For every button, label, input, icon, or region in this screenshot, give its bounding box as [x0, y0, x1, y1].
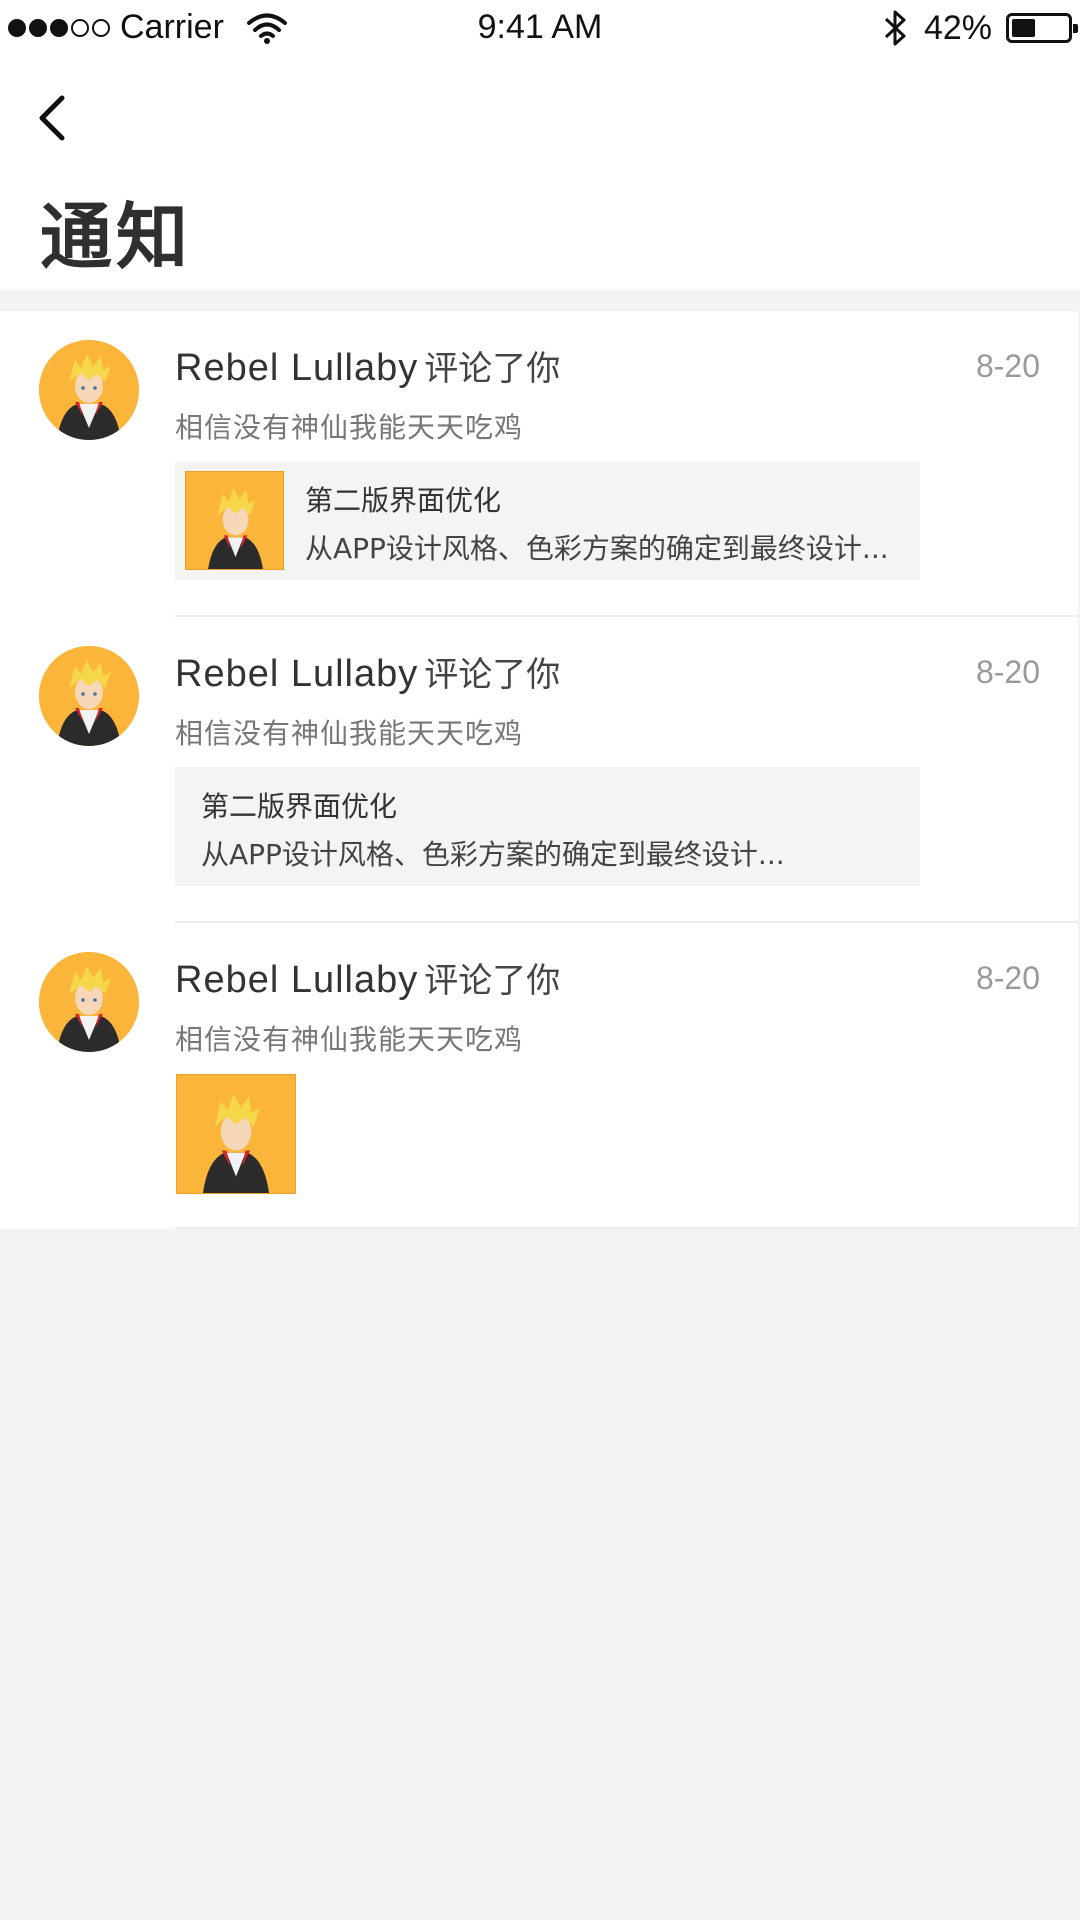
post-title: 第二版界面优化 [305, 484, 502, 517]
post-thumbnail [185, 471, 284, 570]
battery-percent: 42% [923, 8, 992, 47]
referenced-post-card[interactable]: 第二版界面优化 从APP设计风格、色彩方案的确定到最终设计... [175, 767, 920, 886]
avatar-image [39, 646, 139, 746]
back-arrow-icon[interactable] [30, 90, 74, 146]
notification-date: 8-20 [975, 348, 1040, 384]
action-text: 评论了你 [424, 655, 561, 695]
notification-list: Rebel Lullaby 评论了你 8-20 相信没有神仙我能天天吃鸡 第二版界… [0, 310, 1078, 1229]
notification-heading: Rebel Lullaby 评论了你 [175, 341, 560, 390]
user-name[interactable]: Rebel Lullaby [175, 347, 418, 389]
notification-item[interactable]: Rebel Lullaby 评论了你 8-20 相信没有神仙我能天天吃鸡 第二版界… [0, 617, 1078, 923]
post-title: 第二版界面优化 [201, 790, 398, 823]
attached-image-thumbnail[interactable] [176, 1074, 296, 1194]
action-text: 评论了你 [424, 349, 561, 389]
comment-text: 相信没有神仙我能天天吃鸡 [175, 717, 524, 750]
avatar[interactable] [39, 646, 139, 746]
comment-text: 相信没有神仙我能天天吃鸡 [175, 411, 524, 444]
battery-icon [1006, 13, 1078, 43]
avatar[interactable] [39, 952, 139, 1052]
action-text: 评论了你 [424, 961, 561, 1001]
bluetooth-icon [884, 10, 906, 46]
notification-heading: Rebel Lullaby 评论了你 [175, 647, 560, 696]
avatar-image [39, 340, 139, 440]
notification-item[interactable]: Rebel Lullaby 评论了你 8-20 相信没有神仙我能天天吃鸡 第二版界… [0, 311, 1078, 617]
notification-heading: Rebel Lullaby 评论了你 [175, 953, 560, 1002]
status-bar: Carrier 9:41 AM 42% [0, 0, 1080, 60]
page-title: 通知 [40, 195, 193, 279]
avatar[interactable] [39, 340, 139, 440]
notification-item[interactable]: Rebel Lullaby 评论了你 8-20 相信没有神仙我能天天吃鸡 [0, 923, 1078, 1229]
divider [175, 1227, 1078, 1229]
user-name[interactable]: Rebel Lullaby [175, 653, 418, 695]
status-right: 42% [880, 8, 1078, 48]
referenced-post-card[interactable]: 第二版界面优化 从APP设计风格、色彩方案的确定到最终设计... [175, 461, 920, 580]
notification-date: 8-20 [975, 654, 1040, 690]
post-description: 从APP设计风格、色彩方案的确定到最终设计... [305, 532, 889, 565]
avatar-image [39, 952, 139, 1052]
post-description: 从APP设计风格、色彩方案的确定到最终设计... [201, 838, 785, 871]
top-header-area: Carrier 9:41 AM 42% 通知 [0, 0, 1080, 290]
comment-text: 相信没有神仙我能天天吃鸡 [175, 1023, 524, 1056]
user-name[interactable]: Rebel Lullaby [175, 959, 418, 1001]
notification-date: 8-20 [975, 960, 1040, 996]
